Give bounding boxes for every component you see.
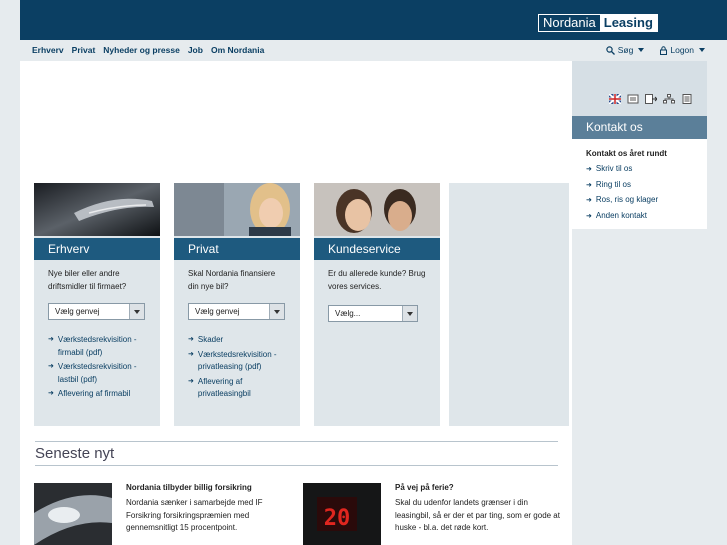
arrow-right-icon: ➜: [48, 390, 54, 397]
sidebar-link-skriv[interactable]: ➜ Skriv til os: [586, 162, 693, 178]
card-kundeservice: Kundeservice Er du allerede kunde? Brug …: [314, 183, 440, 426]
sidebar-link-label: Ros, ris og klager: [595, 195, 659, 204]
sidebar-contact-box: Kontakt os året rundt ➜ Skriv til os ➜ Rin…: [572, 139, 707, 229]
main-nav: Erhverv Privat Nyheder og presse Job Om …: [32, 40, 264, 60]
sidebar-tools: [572, 61, 707, 116]
card-link[interactable]: ➜ Skader: [188, 334, 290, 347]
card-erhverv-intro: Nye biler eller andre driftsmidler til f…: [48, 269, 127, 291]
chevron-down-icon: [638, 48, 645, 52]
search-menu[interactable]: Søg: [606, 40, 645, 60]
news-item-text: Nordania sænker i samarbejde med IF Fors…: [126, 498, 263, 532]
card-link[interactable]: ➜ Aflevering af privatleasingbil: [188, 376, 290, 401]
sidebar-contact-subheading: Kontakt os året rundt: [586, 149, 667, 158]
card-erhverv: Erhverv Nye biler eller andre driftsmidl…: [34, 183, 160, 426]
news-item-text: Skal du udenfor landets grænser i din le…: [395, 498, 560, 532]
card-link[interactable]: ➜ Værkstedsrekvisition - lastbil (pdf): [48, 361, 150, 386]
card-link-label: Værkstedsrekvisition - lastbil (pdf): [57, 362, 137, 384]
car-headlight-image[interactable]: [34, 483, 112, 545]
card-privat-links: ➜ Skader ➜ Værkstedsrekvisition - privatle…: [174, 320, 300, 401]
nav-nyheder-og-presse[interactable]: Nyheder og presse: [103, 40, 180, 60]
speed-sign-image[interactable]: 20: [303, 483, 381, 545]
card-kundeservice-intro: Er du allerede kunde? Brug vores service…: [328, 269, 426, 291]
arrow-right-icon: ➜: [188, 336, 194, 343]
card-link-label: Aflevering af firmabil: [57, 389, 131, 398]
nav-privat[interactable]: Privat: [72, 40, 96, 60]
card-privat: Privat Skal Nordania finansiere din nye …: [174, 183, 300, 426]
card-erhverv-links: ➜ Værkstedsrekvisition - firmabil (pdf) ➜…: [34, 320, 160, 401]
news-item-ferie-text: På vej på ferie? Skal du udenfor landets…: [395, 483, 561, 535]
chevron-down-icon: [699, 48, 705, 52]
arrow-right-icon: ➜: [48, 336, 54, 343]
arrow-right-icon: ➜: [188, 350, 194, 358]
logon-menu[interactable]: Logon: [660, 40, 705, 60]
dropdown-arrow-icon: [269, 304, 284, 319]
news-item-forsikring-text: Nordania tilbyder billig forsikring Nord…: [126, 483, 296, 535]
select-value: Vælg genvej: [195, 307, 240, 316]
card-kundeservice-title: Kundeservice: [314, 238, 440, 260]
logon-label: Logon: [670, 45, 694, 55]
car-door-handle-image: [34, 183, 160, 236]
right-sidebar: Kontakt os Kontakt os året rundt ➜ Skriv …: [572, 61, 707, 545]
card-link[interactable]: ➜ Værkstedsrekvisition - privatleasing (p…: [188, 349, 290, 374]
lock-icon: [660, 45, 668, 55]
sidebar-link-anden[interactable]: ➜ Anden kontakt: [586, 209, 693, 225]
sidebar-link-label: Anden kontakt: [595, 210, 648, 220]
card-kundeservice-select[interactable]: Vælg...: [328, 305, 418, 322]
search-label: Søg: [617, 45, 634, 55]
news-heading: Seneste nyt: [35, 441, 558, 466]
arrow-right-icon: ➜: [586, 166, 592, 173]
card-privat-title: Privat: [174, 238, 300, 260]
select-value: Vælg genvej: [55, 307, 100, 316]
sidebar-tool-icons: [608, 93, 693, 105]
svg-text:20: 20: [324, 506, 351, 531]
card-link-label: Værkstedsrekvisition - privatleasing (pd…: [197, 349, 277, 372]
nav-om-nordania[interactable]: Om Nordania: [211, 40, 264, 60]
couple-image: [314, 183, 440, 236]
card-empty: [449, 183, 569, 426]
top-bar: Nordania Leasing: [0, 0, 727, 40]
smiling-woman-image: [174, 183, 300, 236]
sidebar-contact-links: ➜ Skriv til os ➜ Ring til os ➜ Ros, ris og …: [586, 162, 693, 224]
dropdown-arrow-icon: [129, 304, 144, 319]
card-erhverv-select[interactable]: Vælg genvej: [48, 303, 145, 320]
sidebar-link-ring[interactable]: ➜ Ring til os: [586, 178, 693, 194]
arrow-right-icon: ➜: [48, 363, 54, 370]
top-bar-left-strip: [0, 0, 20, 40]
document-icon[interactable]: [681, 94, 693, 104]
sitemap-icon[interactable]: [663, 94, 675, 104]
card-privat-intro: Skal Nordania finansiere din nye bil?: [188, 269, 276, 291]
arrow-right-icon: ➜: [586, 197, 592, 204]
news-item-title[interactable]: Nordania tilbyder billig forsikring: [126, 483, 296, 492]
logo-part-2: Leasing: [599, 15, 657, 31]
print-icon[interactable]: [627, 94, 639, 104]
card-link[interactable]: ➜ Aflevering af firmabil: [48, 388, 150, 401]
main-navigation-bar: Erhverv Privat Nyheder og presse Job Om …: [0, 40, 727, 61]
card-link-label: Værkstedsrekvisition - firmabil (pdf): [57, 335, 137, 357]
sidebar-link-label: Skriv til os: [595, 164, 633, 173]
sidebar-contact-heading: Kontakt os: [572, 116, 707, 139]
arrow-right-icon: ➜: [188, 377, 194, 385]
arrow-right-icon: ➜: [586, 181, 592, 189]
utility-nav: Søg Logon: [606, 40, 705, 60]
card-privat-select[interactable]: Vælg genvej: [188, 303, 285, 320]
nordania-leasing-logo[interactable]: Nordania Leasing: [538, 14, 658, 32]
card-erhverv-title: Erhverv: [34, 238, 160, 260]
nav-job[interactable]: Job: [188, 40, 203, 60]
nav-erhverv[interactable]: Erhverv: [32, 40, 64, 60]
card-link[interactable]: ➜ Værkstedsrekvisition - firmabil (pdf): [48, 334, 150, 359]
logo-part-1: Nordania: [543, 15, 596, 30]
card-link-label: Skader: [197, 335, 224, 344]
sidebar-link-label: Ring til os: [595, 179, 631, 189]
dropdown-arrow-icon: [402, 306, 417, 321]
select-value: Vælg...: [335, 309, 361, 318]
uk-flag-icon[interactable]: [608, 93, 622, 105]
card-link-label: Aflevering af privatleasingbil: [197, 376, 251, 399]
search-icon: [606, 45, 615, 55]
send-page-icon[interactable]: [645, 94, 658, 104]
arrow-right-icon: ➜: [586, 212, 592, 220]
sidebar-link-ros[interactable]: ➜ Ros, ris og klager: [586, 193, 693, 209]
news-item-title[interactable]: På vej på ferie?: [395, 483, 561, 492]
